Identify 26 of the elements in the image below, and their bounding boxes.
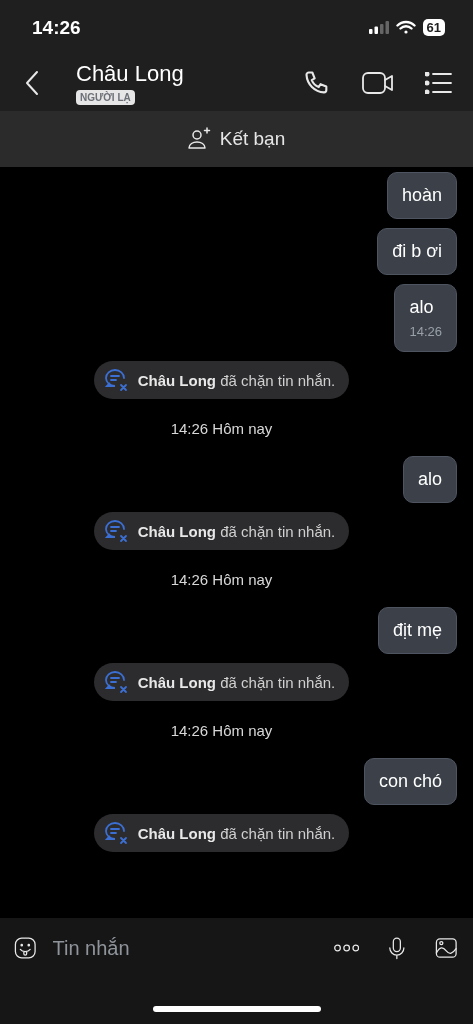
signal-icon — [368, 21, 389, 34]
video-call-button[interactable] — [361, 70, 395, 96]
add-friend-button[interactable]: Kết bạn — [0, 111, 473, 167]
notice-text: Châu Long đã chặn tin nhắn. — [137, 371, 336, 389]
date-divider: 14:26 Hôm nay — [170, 722, 273, 739]
date-divider: 14:26 Hôm nay — [170, 571, 273, 588]
date-divider: 14:26 Hôm nay — [170, 420, 273, 437]
message-input[interactable]: Tin nhắn — [50, 935, 320, 961]
message-text: con chó — [378, 771, 442, 792]
add-person-icon — [187, 127, 212, 151]
status-time: 14:26 — [32, 16, 81, 39]
message-text: địt mẹ — [392, 620, 442, 641]
more-icon[interactable] — [333, 942, 359, 954]
message-text: alo — [409, 297, 435, 318]
message-text: hoàn — [401, 185, 442, 206]
message-text: đi b ơi — [392, 241, 442, 262]
menu-button[interactable] — [425, 72, 453, 94]
wifi-icon — [395, 20, 416, 35]
message-time: 14:26 — [409, 324, 442, 339]
contact-name: Châu Long — [76, 61, 184, 87]
stranger-badge: NGƯỜI LẠ — [76, 90, 135, 105]
message-text: alo — [417, 469, 442, 490]
notice-text: Châu Long đã chặn tin nhắn. — [137, 824, 336, 842]
battery-level: 61 — [422, 19, 445, 36]
notice-text: Châu Long đã chặn tin nhắn. — [137, 673, 336, 691]
notice-text: Châu Long đã chặn tin nhắn. — [137, 522, 336, 540]
